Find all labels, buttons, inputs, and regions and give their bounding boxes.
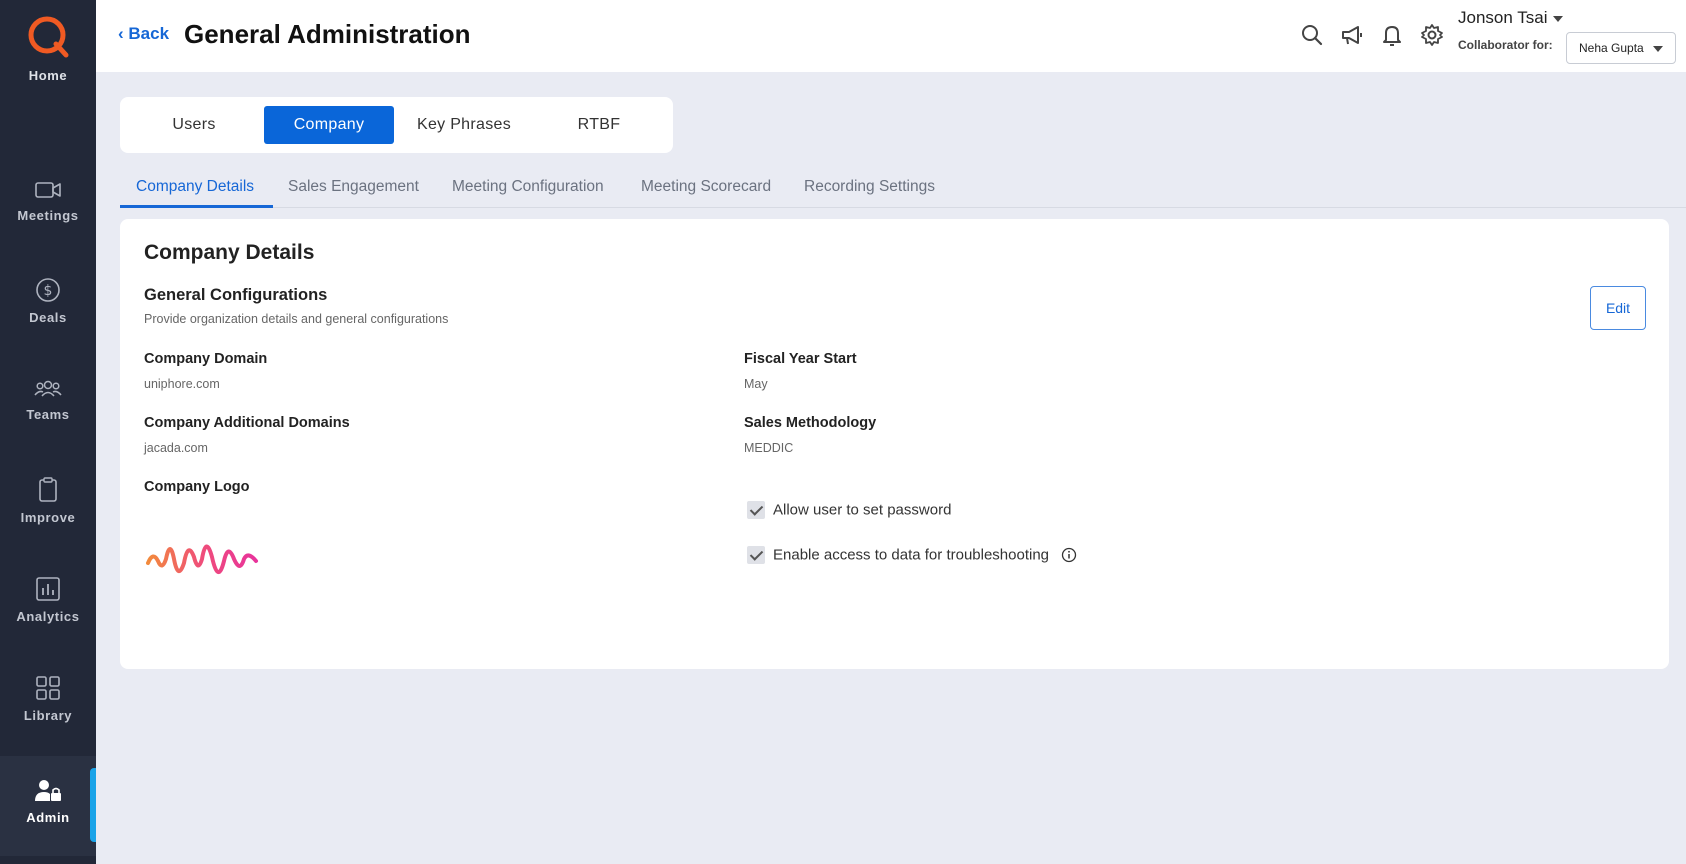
sidebar-item-improve[interactable]: Improve (0, 476, 96, 525)
caret-down-icon (1653, 46, 1663, 52)
tab-company[interactable]: Company (264, 106, 394, 144)
collaborator-select[interactable]: Neha Gupta (1566, 32, 1676, 64)
additional-domains-value: jacada.com (144, 441, 208, 455)
sidebar-item-label: Home (28, 68, 68, 83)
company-domain-value: uniphore.com (144, 377, 220, 391)
user-menu[interactable]: Jonson Tsai (1458, 8, 1564, 28)
sidebar-item-home[interactable]: Home (0, 12, 96, 83)
bar-chart-icon (36, 577, 60, 601)
active-subtab-underline (120, 205, 273, 208)
sidebar-item-label: Admin (26, 810, 70, 825)
sidebar-item-library[interactable]: Library (0, 674, 96, 723)
tab-rtbf[interactable]: RTBF (534, 106, 664, 144)
tab-key-phrases[interactable]: Key Phrases (399, 106, 529, 144)
company-logo-label: Company Logo (144, 479, 250, 495)
megaphone-icon[interactable] (1339, 22, 1365, 48)
sidebar-item-label: Teams (26, 407, 70, 422)
section-subtitle: Provide organization details and general… (144, 312, 449, 326)
chevron-left-icon: ‹ (118, 24, 124, 43)
sidebar-item-teams[interactable]: Teams (0, 377, 96, 422)
sidebar-item-label: Improve (20, 510, 76, 525)
sidebar-item-admin[interactable]: Admin (0, 756, 96, 856)
caret-down-icon (1553, 15, 1564, 22)
fiscal-year-start-label: Fiscal Year Start (744, 351, 857, 367)
sidebar-item-label: Analytics (16, 609, 80, 624)
sales-methodology-label: Sales Methodology (744, 415, 877, 431)
back-label: Back (128, 24, 170, 43)
subtab-company-details[interactable]: Company Details (136, 178, 254, 196)
grid-icon (36, 676, 60, 700)
clipboard-icon (39, 477, 57, 502)
bell-icon[interactable] (1379, 22, 1405, 48)
collaborator-label: Collaborator for: (1458, 38, 1553, 52)
checkbox-checked[interactable] (747, 546, 765, 565)
back-button[interactable]: ‹ Back (118, 24, 169, 44)
user-name: Jonson Tsai (1458, 8, 1548, 27)
company-details-card: Company Details General Configurations P… (120, 219, 1669, 669)
video-camera-icon (35, 182, 61, 198)
user-lock-icon (35, 780, 61, 801)
page-title: General Administration (184, 19, 471, 49)
checkbox-checked[interactable] (747, 501, 765, 520)
info-icon[interactable] (1061, 547, 1077, 563)
subtab-meeting-configuration[interactable]: Meeting Configuration (452, 178, 604, 196)
sidebar-item-label: Meetings (17, 208, 79, 223)
company-logo-image (146, 544, 258, 574)
tab-users[interactable]: Users (129, 106, 259, 144)
company-subtabs: Company Details Sales Engagement Meeting… (120, 172, 1686, 208)
top-header: ‹ Back General Administration Jonson Tsa… (96, 0, 1686, 72)
people-group-icon (34, 380, 62, 397)
search-icon[interactable] (1299, 22, 1325, 48)
company-domain-label: Company Domain (144, 351, 268, 367)
active-indicator (90, 768, 96, 842)
edit-button[interactable]: Edit (1590, 286, 1646, 330)
sidebar-item-analytics[interactable]: Analytics (0, 575, 96, 624)
fiscal-year-start-value: May (744, 377, 768, 391)
card-title: Company Details (144, 241, 315, 264)
troubleshooting-access-label: Enable access to data for troubleshootin… (773, 546, 1050, 564)
app-logo-icon (28, 16, 69, 58)
sidebar-item-label: Deals (29, 310, 67, 325)
section-title: General Configurations (144, 286, 328, 304)
admin-tabs: Users Company Key Phrases RTBF (120, 97, 673, 153)
sales-methodology-value: MEDDIC (744, 441, 794, 455)
troubleshooting-access-checkbox[interactable]: Enable access to data for troubleshootin… (747, 546, 1077, 565)
allow-password-label: Allow user to set password (773, 501, 952, 519)
sidebar-item-meetings[interactable]: Meetings (0, 178, 96, 223)
allow-password-checkbox[interactable]: Allow user to set password (747, 501, 952, 520)
subtab-meeting-scorecard[interactable]: Meeting Scorecard (641, 178, 771, 196)
additional-domains-label: Company Additional Domains (144, 415, 350, 431)
collaborator-value: Neha Gupta (1579, 41, 1644, 55)
subtab-recording-settings[interactable]: Recording Settings (804, 178, 935, 196)
gear-icon[interactable] (1419, 22, 1445, 48)
svg-text:$: $ (44, 283, 53, 299)
dollar-circle-icon: $ (36, 278, 60, 302)
sidebar-item-label: Library (23, 708, 73, 723)
subtab-sales-engagement[interactable]: Sales Engagement (288, 178, 419, 196)
sidebar-item-deals[interactable]: $ Deals (0, 276, 96, 325)
sidebar: Home Meetings $ Deals Teams Improve Anal… (0, 0, 96, 864)
